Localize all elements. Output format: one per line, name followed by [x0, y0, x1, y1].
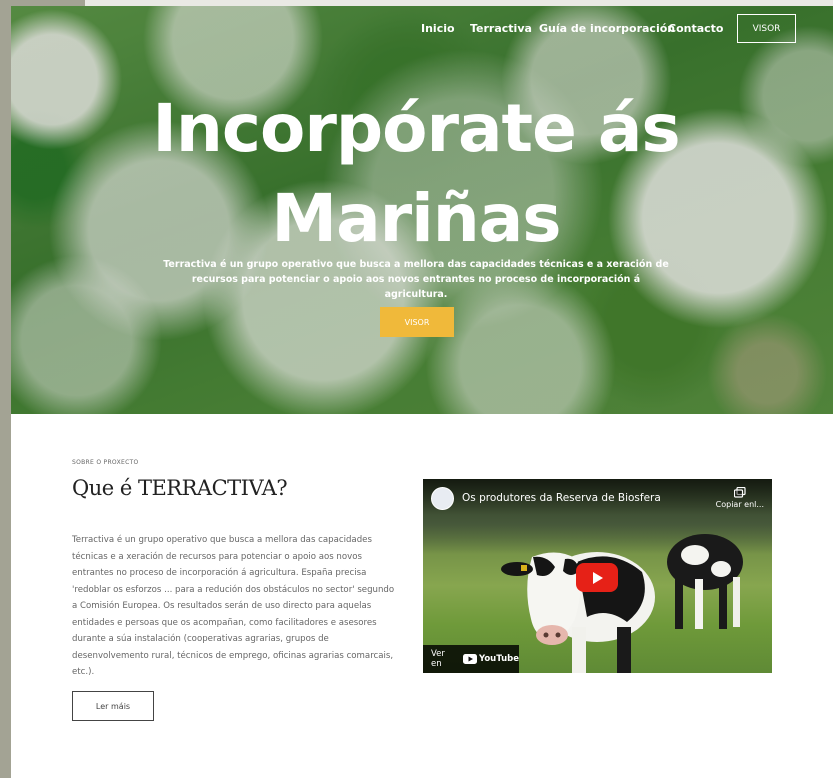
hero-title: Incorpórate ás Mariñas — [11, 84, 821, 264]
page: Inicio Terractiva Guía de incorporación … — [11, 6, 833, 778]
play-button[interactable] — [576, 563, 618, 592]
hero-title-line1: Incorpórate ás — [152, 90, 680, 167]
nav-terractiva[interactable]: Terractiva — [470, 22, 532, 35]
youtube-video-embed[interactable]: Os produtores da Reserva de Biosfera Cop… — [423, 479, 772, 673]
main-nav: Inicio Terractiva Guía de incorporación … — [11, 6, 833, 50]
copy-link-icon — [733, 487, 746, 498]
video-cow-background — [667, 534, 743, 629]
copy-link-label: Copiar enl... — [715, 500, 764, 509]
hero-banner: Inicio Terractiva Guía de incorporación … — [11, 6, 833, 414]
play-icon — [593, 571, 603, 584]
youtube-label: YouTube — [478, 654, 519, 664]
channel-avatar[interactable] — [431, 487, 454, 510]
youtube-logo: YouTube — [462, 654, 519, 664]
hero-visor-button[interactable]: VISOR — [380, 307, 454, 337]
video-title[interactable]: Os produtores da Reserva de Biosfera — [462, 492, 661, 504]
about-description: Terractiva é un grupo operativo que busc… — [72, 535, 395, 677]
nav-inicio[interactable]: Inicio — [421, 22, 455, 35]
watch-on-youtube-bar[interactable]: Ver en YouTube — [423, 645, 519, 673]
section-eyebrow: SOBRE O PROXECTO — [72, 459, 139, 466]
hero-title-line2: Mariñas — [271, 180, 561, 257]
copy-link-button[interactable]: Copiar enl... — [716, 487, 764, 509]
youtube-icon — [462, 654, 477, 664]
hero-subtitle: Terractiva é un grupo operativo que busc… — [163, 259, 669, 300]
section-title: Que é TERRACTIVA? — [72, 476, 288, 500]
nav-guia-incorporacion[interactable]: Guía de incorporación — [539, 22, 675, 35]
watch-on-label: Ver en — [431, 649, 445, 669]
nav-contacto[interactable]: Contacto — [668, 22, 723, 35]
read-more-button[interactable]: Ler máis — [72, 691, 154, 721]
nav-visor-button[interactable]: VISOR — [737, 14, 796, 43]
